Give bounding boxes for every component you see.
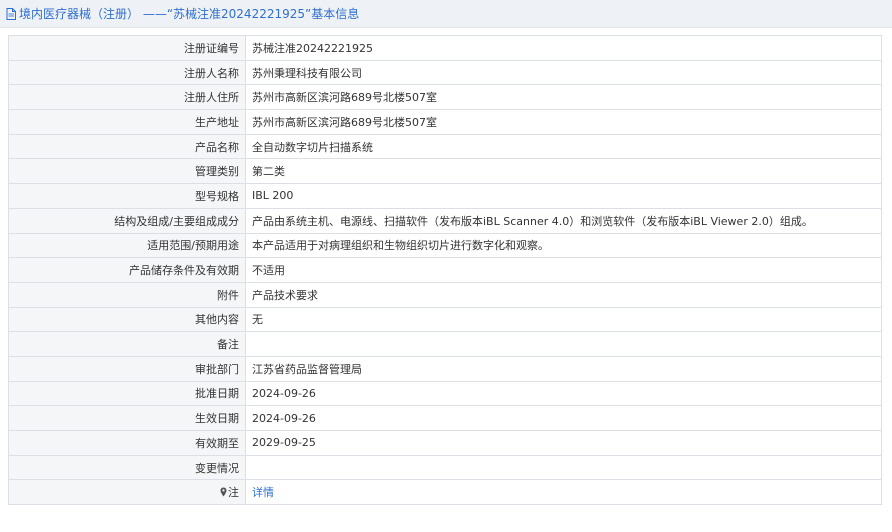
table-row: 注册人住所 苏州市高新区滨河路689号北楼507室 <box>8 84 882 111</box>
field-label: 批准日期 <box>8 380 246 407</box>
field-value <box>245 331 882 357</box>
field-value: 江苏省药品监督管理局 <box>245 355 882 382</box>
field-label: 有效期至 <box>8 430 246 456</box>
info-table-body: 注册证编号 苏械注准20242221925 注册人名称 苏州秉理科技有限公司 注册人住所… <box>8 35 882 506</box>
table-row: 型号规格 IBL 200 <box>8 183 882 209</box>
field-label: 其他内容 <box>8 306 246 333</box>
field-value: 苏械注准20242221925 <box>245 35 882 61</box>
note-label-cell: 注 <box>8 479 246 506</box>
table-row: 其他内容无 <box>8 306 882 333</box>
table-row: 变更情况 <box>8 454 882 481</box>
page-header: 境内医疗器械（注册） ——“苏械注准20242221925”基本信息 <box>0 0 892 28</box>
details-link[interactable]: 详情 <box>252 486 274 499</box>
field-label: 管理类别 <box>8 158 246 185</box>
field-label: 结构及组成/主要组成成分 <box>8 207 246 234</box>
field-value: 苏州秉理科技有限公司 <box>245 59 882 86</box>
field-value: 不适用 <box>245 257 882 283</box>
field-value: 2029-09-25 <box>245 430 882 456</box>
field-label: 产品名称 <box>8 133 246 160</box>
field-value: 产品由系统主机、电源线、扫描软件（发布版本iBL Scanner 4.0）和浏览… <box>245 207 882 234</box>
field-value <box>245 454 882 481</box>
field-label: 适用范围/预期用途 <box>8 232 246 259</box>
table-row: 审批部门 江苏省药品监督管理局 <box>8 355 882 382</box>
table-row: 适用范围/预期用途 本产品适用于对病理组织和生物组织切片进行数字化和观察。 <box>8 232 882 259</box>
document-icon <box>6 7 16 20</box>
field-label: 审批部门 <box>8 355 246 382</box>
field-label: 注册人名称 <box>8 59 246 86</box>
table-row: 注册人名称 苏州秉理科技有限公司 <box>8 59 882 86</box>
note-value-cell: 详情 <box>245 479 882 506</box>
field-label: 变更情况 <box>8 454 246 481</box>
page-title: 境内医疗器械（注册） ——“苏械注准20242221925”基本信息 <box>19 7 360 21</box>
field-value: IBL 200 <box>245 183 882 209</box>
field-label: 备注 <box>8 331 246 357</box>
note-label: 注 <box>228 486 239 500</box>
info-table: 注册证编号 苏械注准20242221925 注册人名称 苏州秉理科技有限公司 注册人住所… <box>8 35 882 506</box>
table-row: 管理类别 第二类 <box>8 158 882 185</box>
field-value: 本产品适用于对病理组织和生物组织切片进行数字化和观察。 <box>245 232 882 259</box>
table-row: 结构及组成/主要组成成分 产品由系统主机、电源线、扫描软件（发布版本iBL Sca… <box>8 207 882 234</box>
field-label: 型号规格 <box>8 183 246 209</box>
field-label: 附件 <box>8 281 246 308</box>
field-value: 2024-09-26 <box>245 380 882 407</box>
table-row: 批准日期 2024-09-26 <box>8 380 882 407</box>
table-row: 产品储存条件及有效期 不适用 <box>8 257 882 283</box>
table-row: 产品名称 全自动数字切片扫描系统 <box>8 133 882 160</box>
field-value: 全自动数字切片扫描系统 <box>245 133 882 160</box>
field-label: 产品储存条件及有效期 <box>8 257 246 283</box>
info-table-container: 注册证编号 苏械注准20242221925 注册人名称 苏州秉理科技有限公司 注册人住所… <box>8 35 882 506</box>
field-label: 生效日期 <box>8 405 246 431</box>
field-label: 生产地址 <box>8 109 246 135</box>
table-row: 生产地址 苏州市高新区滨河路689号北楼507室 <box>8 109 882 135</box>
table-row: 生效日期 2024-09-26 <box>8 405 882 431</box>
field-value: 苏州市高新区滨河路689号北楼507室 <box>245 84 882 111</box>
table-row: 附件 产品技术要求 <box>8 281 882 308</box>
field-value: 无 <box>245 306 882 333</box>
field-value: 第二类 <box>245 158 882 185</box>
field-label: 注册人住所 <box>8 84 246 111</box>
table-row: 注册证编号 苏械注准20242221925 <box>8 35 882 61</box>
field-value: 苏州市高新区滨河路689号北楼507室 <box>245 109 882 135</box>
field-value: 产品技术要求 <box>245 281 882 308</box>
note-row: 注详情 <box>8 479 882 506</box>
field-label: 注册证编号 <box>8 35 246 61</box>
field-value: 2024-09-26 <box>245 405 882 431</box>
pin-icon <box>220 487 227 497</box>
table-row: 有效期至 2029-09-25 <box>8 430 882 456</box>
table-row: 备注 <box>8 331 882 357</box>
